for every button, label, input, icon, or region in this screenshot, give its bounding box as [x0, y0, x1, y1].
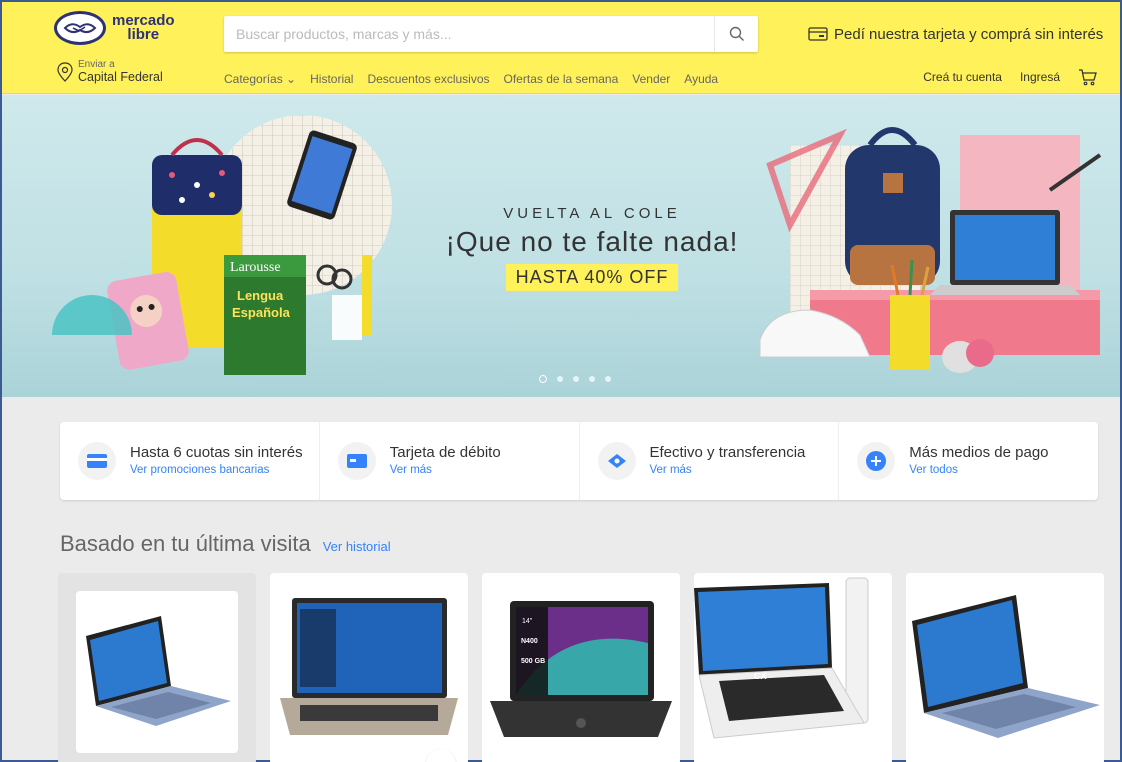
product-carousel: 14" N400 500 GB CX — [58, 573, 1104, 762]
cart-icon[interactable] — [1078, 68, 1098, 86]
book-title-2: Española — [232, 305, 291, 320]
card-promo-link[interactable]: Pedí nuestra tarjeta y comprá sin interé… — [808, 22, 1103, 46]
payment-link[interactable]: Ver más — [650, 462, 806, 478]
product-image-frame — [76, 591, 238, 753]
payment-debit[interactable]: Tarjeta de débito Ver más — [320, 422, 580, 500]
site-header: mercado libre Pedí nuestra tarjeta y com… — [2, 2, 1120, 94]
search-icon — [729, 26, 744, 41]
screen-spec-1: N400 — [521, 638, 538, 645]
search-input[interactable] — [224, 16, 714, 52]
search-button[interactable] — [714, 16, 758, 52]
product-card[interactable]: CX — [694, 573, 892, 762]
location-pin-icon — [57, 62, 73, 82]
credit-card-icon — [808, 27, 828, 41]
login-link[interactable]: Ingresá — [1020, 70, 1060, 84]
product-card[interactable] — [58, 573, 256, 762]
handshake-logo-icon — [54, 11, 106, 45]
hero-right-illustration — [759, 127, 1102, 373]
book-brand: Larousse — [230, 260, 281, 275]
location-label: Enviar a — [78, 59, 115, 70]
hero-banner[interactable]: Larousse Lengua Española VUELTA AL COLE … — [2, 95, 1120, 397]
laptop-image — [280, 598, 458, 735]
screen-size-text: 14" — [522, 618, 533, 625]
carousel-dot[interactable] — [557, 376, 563, 382]
carousel-dot[interactable] — [605, 376, 611, 382]
book-title-1: Lengua — [237, 288, 284, 303]
screen-spec-2: 500 GB — [521, 658, 545, 665]
search-bar — [224, 16, 758, 52]
section-title: Basado en tu última visita — [60, 531, 311, 556]
mercadolibre-logo[interactable]: mercado libre — [54, 8, 184, 48]
payment-title: Tarjeta de débito — [389, 444, 501, 461]
promo-text: Pedí nuestra tarjeta y comprá sin interé… — [834, 25, 1104, 43]
payment-methods: Hasta 6 cuotas sin interés Ver promocion… — [60, 422, 1098, 500]
nav-descuentos[interactable]: Descuentos exclusivos — [367, 72, 489, 86]
location-value: Capital Federal — [78, 70, 163, 84]
product-card[interactable] — [906, 573, 1104, 762]
view-history-link[interactable]: Ver historial — [323, 539, 391, 554]
brand-text: CX — [754, 671, 767, 681]
credit-card-icon — [78, 442, 116, 480]
payment-more[interactable]: Más medios de pago Ver todos — [839, 422, 1098, 500]
section-header: Basado en tu última visita Ver historial — [60, 531, 391, 557]
nav-categorias[interactable]: Categorías ⌄ — [224, 72, 296, 86]
hero-title: ¡Que no te falte nada! — [445, 226, 739, 257]
payment-title: Hasta 6 cuotas sin interés — [130, 444, 303, 461]
logo-text: mercado libre — [112, 12, 175, 43]
laptop-image — [86, 616, 231, 726]
nav-ofertas[interactable]: Ofertas de la semana — [504, 72, 619, 86]
delivery-location[interactable]: Enviar a Capital Federal — [56, 60, 163, 84]
hero-left-illustration: Larousse Lengua Española — [52, 115, 392, 375]
laptop-image — [912, 595, 1100, 738]
payment-title: Efectivo y transferencia — [649, 444, 806, 461]
payment-cash[interactable]: Efectivo y transferencia Ver más — [580, 422, 840, 500]
payment-link[interactable]: Ver todos — [909, 462, 1048, 478]
hero-offer-badge: HASTA 40% OFF — [505, 264, 679, 291]
payment-title: Más medios de pago — [909, 444, 1049, 461]
debit-card-icon — [337, 442, 376, 480]
product-card[interactable] — [270, 573, 468, 762]
main-nav: Categorías ⌄ Historial Descuentos exclus… — [224, 72, 718, 86]
payment-link[interactable]: Ver más — [390, 462, 501, 478]
hero-copy: VUELTA AL COLE ¡Que no te falte nada! HA… — [422, 205, 762, 291]
nav-historial[interactable]: Historial — [310, 72, 353, 86]
nav-vender[interactable]: Vender — [632, 72, 670, 86]
product-card[interactable]: 14" N400 500 GB — [482, 573, 680, 762]
create-account-link[interactable]: Creá tu cuenta — [923, 70, 1002, 84]
carousel-dots — [539, 375, 611, 383]
carousel-dot[interactable] — [573, 376, 579, 382]
carousel-dot[interactable] — [589, 376, 595, 382]
payment-installments[interactable]: Hasta 6 cuotas sin interés Ver promocion… — [60, 422, 320, 500]
plus-icon — [857, 442, 896, 480]
chevron-down-icon: ⌄ — [286, 72, 297, 86]
laptop-image: CX — [694, 577, 869, 739]
nav-ayuda[interactable]: Ayuda — [684, 72, 718, 86]
cash-icon — [597, 442, 636, 480]
carousel-dot[interactable] — [539, 375, 547, 383]
payment-link[interactable]: Ver promociones bancarias — [130, 462, 303, 478]
account-links: Creá tu cuenta Ingresá — [923, 68, 1098, 86]
laptop-image: 14" N400 500 GB — [490, 601, 672, 737]
hero-kicker: VUELTA AL COLE — [503, 205, 681, 222]
